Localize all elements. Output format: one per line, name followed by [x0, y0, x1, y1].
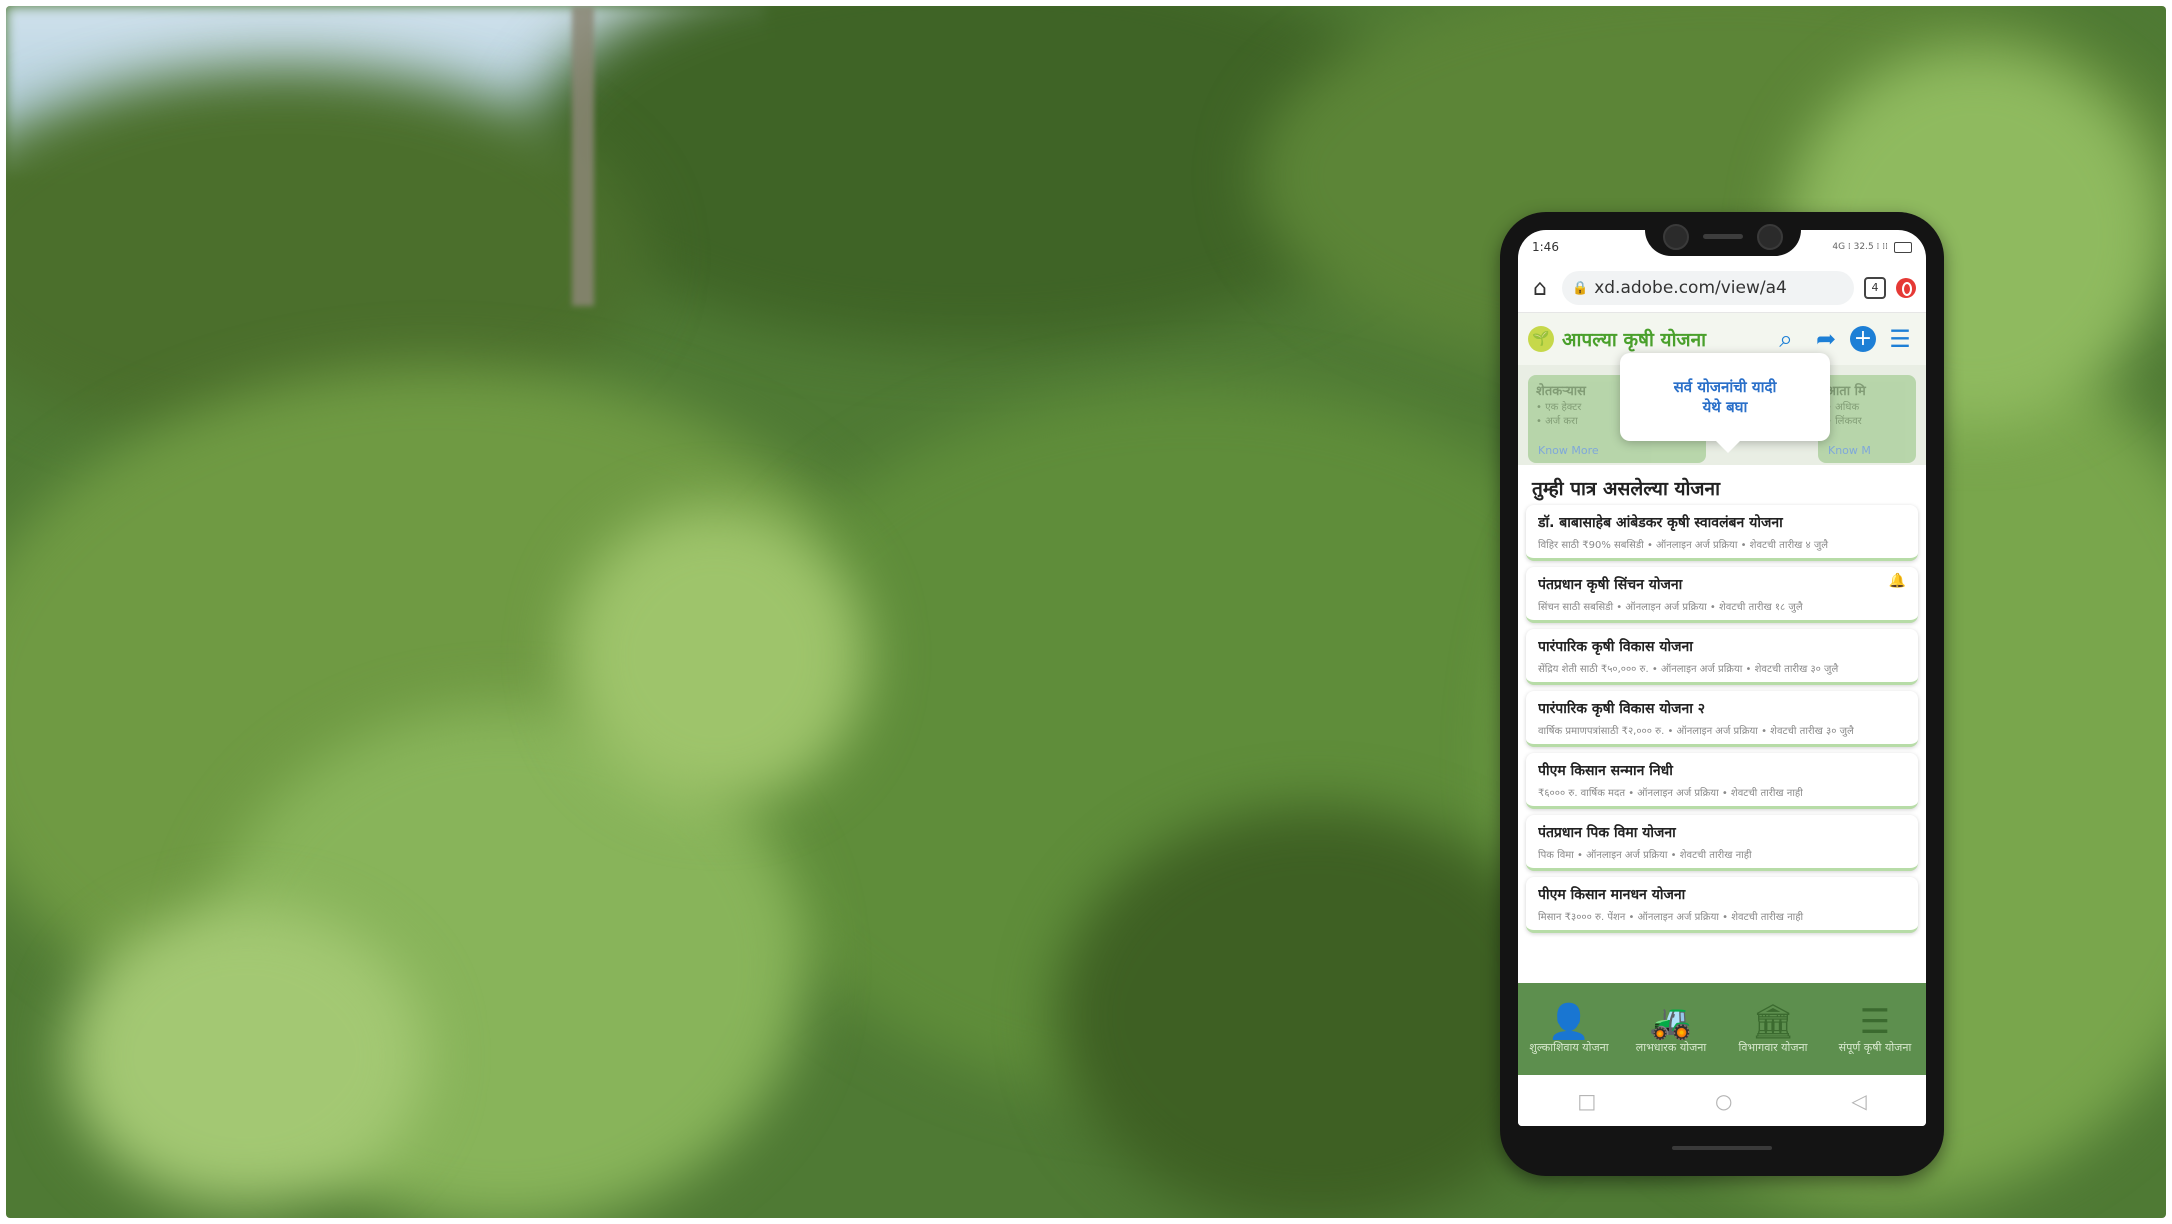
phone-screen: 1:46 4G ⁞ 32.5 ⁞ ⁞⁞ ⌂ 🔒 xd.adobe.com/vie…: [1518, 230, 1926, 1126]
list-item[interactable]: पीएम किसान सन्मान निधी ₹६००० रु. वार्षिक…: [1526, 753, 1918, 809]
share-icon[interactable]: ➦: [1810, 325, 1842, 353]
scheme-title: पारंपारिक कृषी विकास योजना २: [1538, 701, 1706, 717]
address-bar[interactable]: 🔒 xd.adobe.com/view/a4: [1562, 271, 1854, 305]
section-title: तुम्ही पात्र असलेल्या योजना: [1532, 478, 1720, 500]
bottom-navigation: 👤 शुल्काशिवाय योजना 🚜 लाभधारक योजना 🏛 वि…: [1518, 983, 1926, 1075]
browser-toolbar: ⌂ 🔒 xd.adobe.com/view/a4 4: [1518, 264, 1926, 313]
banner-right-title: आता मि: [1826, 384, 1866, 399]
tooltip-line-2: येथे बघा: [1702, 398, 1748, 416]
battery-icon: [1894, 241, 1912, 253]
farmer-icon: 👤: [1547, 1002, 1591, 1042]
scheme-title: पीएम किसान सन्मान निधी: [1538, 763, 1673, 779]
menu-icon[interactable]: ☰: [1884, 325, 1916, 353]
tooltip-line-1: सर्व योजनांची यादी: [1673, 378, 1777, 396]
banner-card-right[interactable]: आता मि • अधिक • लिंकवर Know M: [1818, 375, 1916, 463]
system-navigation: □ ○ ◁: [1518, 1075, 1926, 1126]
nav-label: लाभधारक योजना: [1635, 1041, 1707, 1054]
nav-label: शुल्काशिवाय योजना: [1529, 1041, 1609, 1054]
banner-carousel: शेतकऱ्यास • एक हेक्टर • अर्ज करा Know Mo…: [1518, 353, 1926, 465]
list-item[interactable]: पंतप्रधान कृषी सिंचन योजना सिंचन साठी सब…: [1526, 567, 1918, 623]
list-item[interactable]: पारंपारिक कृषी विकास योजना २ वार्षिक प्र…: [1526, 691, 1918, 747]
scheme-meta: पिक विमा • ऑनलाइन अर्ज प्रक्रिया • शेवटच…: [1538, 850, 1752, 861]
phone-notch: [1645, 212, 1801, 256]
add-icon[interactable]: +: [1850, 326, 1876, 352]
lock-icon: 🔒: [1572, 280, 1589, 296]
scheme-title: पंतप्रधान कृषी सिंचन योजना: [1538, 577, 1683, 593]
scheme-meta: विहिर साठी ₹90% सबसिडी • ऑनलाइन अर्ज प्र…: [1538, 540, 1829, 551]
app-title: आपल्या कृषी योजना: [1562, 329, 1707, 351]
nav-free-schemes[interactable]: 👤 शुल्काशिवाय योजना: [1518, 983, 1620, 1075]
scheme-meta: सिंचन साठी सबसिडी • ऑनलाइन अर्ज प्रक्रिय…: [1538, 602, 1803, 613]
scheme-meta: सेंद्रिय शेती साठी ₹५०,००० रु. • ऑनलाइन …: [1538, 664, 1839, 675]
banner-right-text: • अधिक • लिंकवर: [1826, 402, 1862, 427]
scheme-meta: ₹६००० रु. वार्षिक मदत • ऑनलाइन अर्ज प्रक…: [1538, 788, 1803, 799]
nav-all-schemes[interactable]: ☰ संपूर्ण कृषी योजना: [1824, 983, 1926, 1075]
search-icon[interactable]: ⌕: [1770, 325, 1802, 353]
bank-icon: 🏛: [1751, 1002, 1795, 1042]
nav-label: संपूर्ण कृषी योजना: [1838, 1041, 1912, 1054]
banner-right-link[interactable]: Know M: [1828, 444, 1871, 457]
scheme-title: पीएम किसान मानधन योजना: [1538, 887, 1686, 903]
nav-department-schemes[interactable]: 🏛 विभागवार योजना: [1722, 983, 1824, 1075]
home-icon[interactable]: ⌂: [1528, 276, 1552, 301]
scheme-meta: वार्षिक प्रमाणपत्रांसाठी ₹२,००० रु. • ऑन…: [1538, 726, 1854, 737]
list-item[interactable]: पीएम किसान मानधन योजना मिसान ₹३००० रु. प…: [1526, 877, 1918, 933]
list-item[interactable]: डॉ. बाबासाहेब आंबेडकर कृषी स्वावलंबन योज…: [1526, 505, 1918, 561]
bell-icon[interactable]: 🔔: [1889, 573, 1906, 589]
tab-count-button[interactable]: 4: [1864, 277, 1886, 299]
scheme-title: पारंपारिक कृषी विकास योजना: [1538, 639, 1693, 655]
nav-label: विभागवार योजना: [1738, 1041, 1808, 1054]
scheme-meta: मिसान ₹३००० रु. पेंशन • ऑनलाइन अर्ज प्रक…: [1538, 912, 1804, 923]
banner-left-link[interactable]: Know More: [1538, 444, 1599, 457]
list-item[interactable]: पारंपारिक कृषी विकास योजना सेंद्रिय शेती…: [1526, 629, 1918, 685]
url-text: xd.adobe.com/view/a4: [1594, 278, 1787, 298]
phone-bottom-bar: [1672, 1146, 1772, 1150]
square-icon[interactable]: □: [1577, 1089, 1596, 1113]
tractor-icon: 🚜: [1649, 1002, 1693, 1042]
back-icon[interactable]: ◁: [1851, 1089, 1866, 1113]
app-logo-icon: 🌱: [1528, 326, 1554, 352]
opera-icon[interactable]: [1896, 278, 1916, 298]
document-icon: ☰: [1859, 1002, 1891, 1042]
phone-mockup: 1:46 4G ⁞ 32.5 ⁞ ⁞⁞ ⌂ 🔒 xd.adobe.com/vie…: [1500, 212, 1944, 1176]
scheme-list: डॉ. बाबासाहेब आंबेडकर कृषी स्वावलंबन योज…: [1518, 505, 1926, 933]
status-indicators: 4G ⁞ 32.5 ⁞ ⁞⁞: [1832, 242, 1888, 252]
list-item[interactable]: पंतप्रधान पिक विमा योजना पिक विमा • ऑनला…: [1526, 815, 1918, 871]
all-schemes-tooltip[interactable]: सर्व योजनांची यादी येथे बघा: [1620, 353, 1830, 453]
scheme-title: डॉ. बाबासाहेब आंबेडकर कृषी स्वावलंबन योज…: [1538, 515, 1783, 531]
circle-icon[interactable]: ○: [1715, 1089, 1732, 1113]
status-time: 1:46: [1532, 240, 1559, 254]
scheme-title: पंतप्रधान पिक विमा योजना: [1538, 825, 1676, 841]
nav-beneficiary-schemes[interactable]: 🚜 लाभधारक योजना: [1620, 983, 1722, 1075]
